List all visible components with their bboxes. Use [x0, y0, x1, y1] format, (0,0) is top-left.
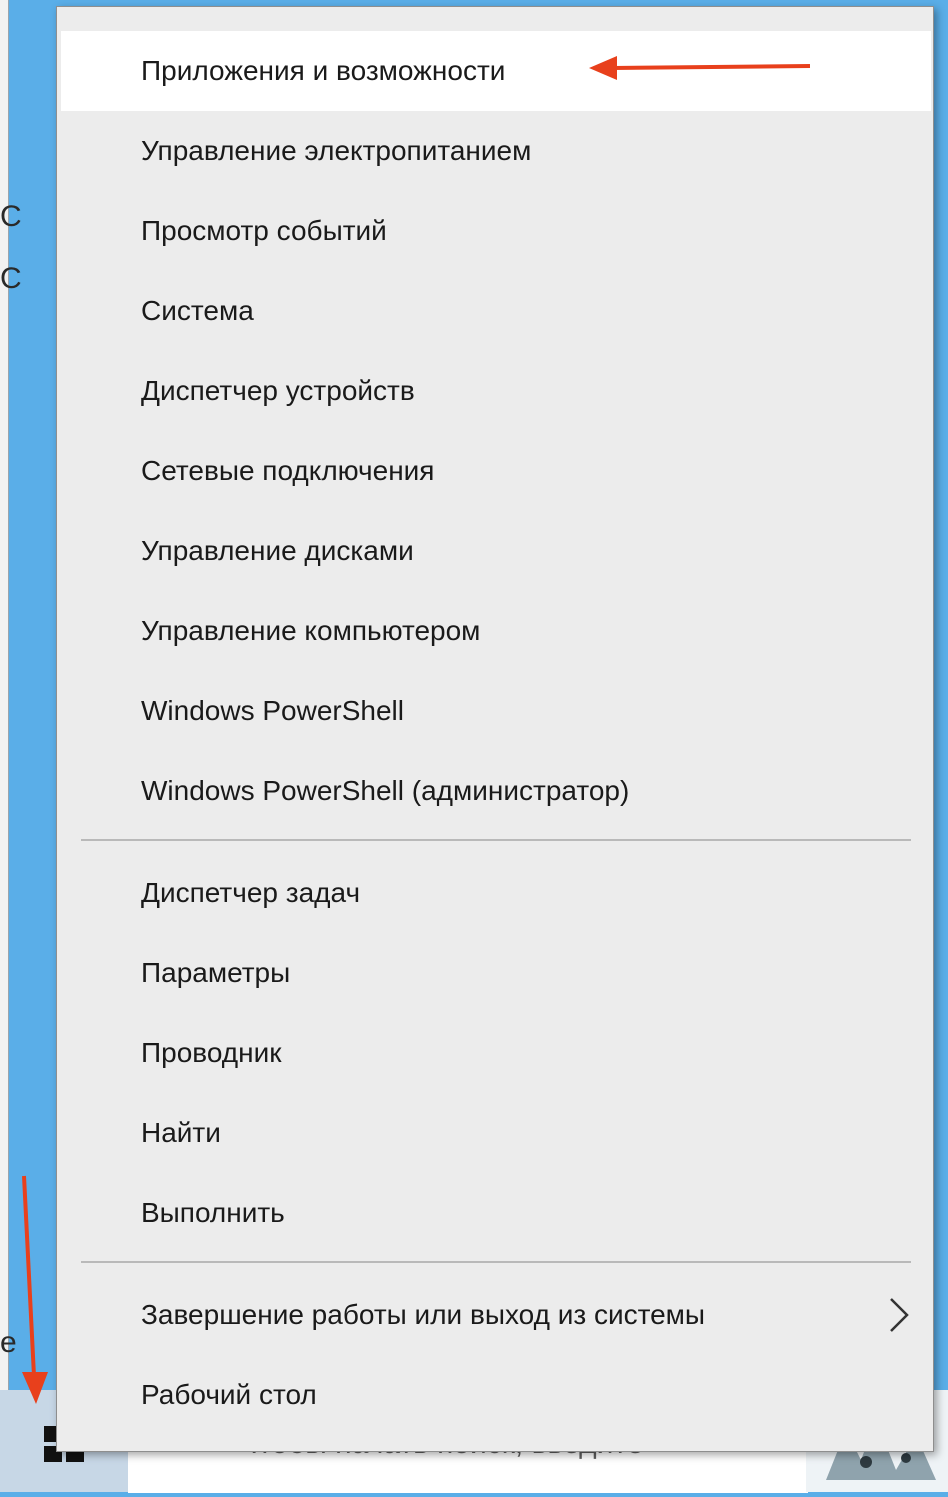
menu-item-power-options[interactable]: Управление электропитанием — [61, 111, 931, 191]
menu-item-powershell-admin[interactable]: Windows PowerShell (администратор) — [61, 751, 931, 831]
menu-item-label: Windows PowerShell (администратор) — [141, 775, 630, 806]
menu-item-disk-management[interactable]: Управление дисками — [61, 511, 931, 591]
menu-item-label: Управление электропитанием — [141, 135, 532, 166]
menu-item-label: Проводник — [141, 1037, 282, 1068]
menu-item-label: Сетевые подключения — [141, 455, 435, 486]
menu-separator — [81, 1261, 911, 1263]
menu-item-apps-features[interactable]: Приложения и возможности — [61, 31, 931, 111]
menu-item-task-manager[interactable]: Диспетчер задач — [61, 853, 931, 933]
menu-item-powershell[interactable]: Windows PowerShell — [61, 671, 931, 751]
menu-item-run[interactable]: Выполнить — [61, 1173, 931, 1253]
menu-item-device-manager[interactable]: Диспетчер устройств — [61, 351, 931, 431]
menu-item-label: Рабочий стол — [141, 1379, 317, 1410]
annotation-arrow-down — [22, 1175, 48, 1404]
menu-item-label: Просмотр событий — [141, 215, 387, 246]
menu-item-system[interactable]: Система — [61, 271, 931, 351]
background-text-fragment: С — [0, 200, 22, 233]
menu-item-label: Windows PowerShell — [141, 695, 404, 726]
menu-item-event-viewer[interactable]: Просмотр событий — [61, 191, 931, 271]
menu-item-desktop[interactable]: Рабочий стол — [61, 1355, 931, 1435]
background-text-fragment: е — [0, 1326, 17, 1359]
menu-item-label: Приложения и возможности — [141, 55, 506, 86]
background-text-fragment: С — [0, 262, 22, 295]
menu-item-label: Система — [141, 295, 254, 326]
menu-item-label: Завершение работы или выход из системы — [141, 1299, 706, 1330]
menu-item-computer-management[interactable]: Управление компьютером — [61, 591, 931, 671]
menu-item-label: Выполнить — [141, 1197, 285, 1228]
menu-separator — [81, 839, 911, 841]
chevron-right-icon — [890, 1298, 909, 1332]
menu-item-label: Управление дисками — [141, 535, 414, 566]
menu-item-search[interactable]: Найти — [61, 1093, 931, 1173]
menu-item-label: Диспетчер устройств — [141, 375, 415, 406]
menu-item-label: Найти — [141, 1117, 221, 1148]
menu-item-file-explorer[interactable]: Проводник — [61, 1013, 931, 1093]
menu-item-network-connections[interactable]: Сетевые подключения — [61, 431, 931, 511]
menu-item-shutdown-signout[interactable]: Завершение работы или выход из системы — [61, 1275, 931, 1355]
menu-item-label: Параметры — [141, 957, 291, 988]
menu-item-label: Диспетчер задач — [141, 877, 361, 908]
menu-item-settings[interactable]: Параметры — [61, 933, 931, 1013]
menu-item-label: Управление компьютером — [141, 615, 481, 646]
power-user-menu: Приложения и возможности Управление элек… — [56, 6, 934, 1452]
